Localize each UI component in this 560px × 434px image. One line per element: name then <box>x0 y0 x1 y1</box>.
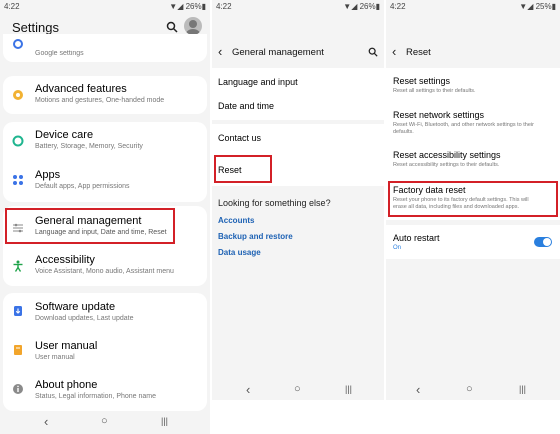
status-bar: 4:22 ▼◢ 25%▮ <box>386 0 560 12</box>
status-battery: ▼◢ 26%▮ <box>343 2 380 11</box>
advanced-features-card[interactable]: Advanced features Motions and gestures, … <box>3 76 207 114</box>
user-manual-icon <box>12 344 24 356</box>
auto-restart-status: On <box>393 245 402 251</box>
factory-data-reset-highlight <box>388 181 558 217</box>
advanced-features-icon <box>12 89 24 101</box>
navigation-bar: ‹ ○ ||| <box>386 382 560 400</box>
about-phone-label[interactable]: About phone <box>35 379 97 391</box>
nav-home-button[interactable]: ○ <box>466 383 473 395</box>
status-battery: ▼◢ 26%▮ <box>169 2 206 11</box>
status-time: 4:22 <box>216 2 232 11</box>
accessibility-icon <box>12 260 24 272</box>
google-icon <box>12 38 24 50</box>
settings-screen: 4:22 ▼◢ 26%▮ Settings Google settings Ad… <box>0 0 210 434</box>
status-battery: ▼◢ 25%▮ <box>519 2 556 11</box>
device-care-icon <box>12 135 24 147</box>
software-update-sub: Download updates, Last update <box>35 315 134 322</box>
nav-home-button[interactable]: ○ <box>294 383 301 395</box>
accessibility-label[interactable]: Accessibility <box>35 254 95 266</box>
back-arrow-icon[interactable]: ‹ <box>392 44 396 59</box>
accounts-link[interactable]: Accounts <box>218 216 254 225</box>
status-time: 4:22 <box>390 2 406 11</box>
auto-restart-card[interactable]: Auto restart On <box>386 225 560 259</box>
nav-recents-button[interactable]: ||| <box>161 416 168 426</box>
nav-home-button[interactable]: ○ <box>101 415 108 427</box>
status-time: 4:22 <box>4 2 20 11</box>
reset-settings-label[interactable]: Reset settings <box>393 76 450 86</box>
suggestions-card: Looking for something else? Accounts Bac… <box>212 190 384 262</box>
advanced-features-sub: Motions and gestures, One-handed mode <box>35 97 165 104</box>
general-management-highlight <box>5 208 175 244</box>
system-card: Software update Download updates, Last u… <box>3 293 207 411</box>
looking-for-heading: Looking for something else? <box>218 198 331 208</box>
google-settings-card[interactable]: Google settings <box>3 34 207 62</box>
reset-accessibility-sub: Reset accessibility settings to their de… <box>393 162 500 168</box>
nav-recents-button[interactable]: ||| <box>519 384 526 394</box>
about-phone-sub: Status, Legal information, Phone name <box>35 393 157 400</box>
reset-network-sub: Reset Wi-Fi, Bluetooth, and other networ… <box>393 122 534 128</box>
status-bar: 4:22 ▼◢ 26%▮ <box>0 0 210 12</box>
reset-screen: 4:22 ▼◢ 25%▮ ‹ Reset Reset settings Rese… <box>386 0 560 400</box>
nav-recents-button[interactable]: ||| <box>345 384 352 394</box>
user-manual-label[interactable]: User manual <box>35 340 97 352</box>
page-title: Settings <box>12 20 59 35</box>
nav-back-button[interactable]: ‹ <box>44 414 48 429</box>
user-manual-sub: User manual <box>35 354 75 361</box>
avatar[interactable] <box>184 17 202 35</box>
reset-highlight <box>214 155 272 183</box>
page-title: General management <box>232 47 324 58</box>
language-and-input-item[interactable]: Language and input <box>218 77 298 87</box>
general-management-screen: 4:22 ▼◢ 26%▮ ‹ General management Langua… <box>212 0 384 400</box>
settings-list-card: Language and input Date and time <box>212 68 384 120</box>
data-usage-link[interactable]: Data usage <box>218 248 261 257</box>
date-and-time-item[interactable]: Date and time <box>218 101 274 111</box>
search-icon[interactable] <box>166 21 178 33</box>
device-apps-card: Device care Battery, Storage, Memory, Se… <box>3 122 207 202</box>
reset-accessibility-label[interactable]: Reset accessibility settings <box>393 150 501 160</box>
contact-us-item[interactable]: Contact us <box>218 133 261 143</box>
software-update-label[interactable]: Software update <box>35 301 115 313</box>
about-phone-icon <box>12 383 24 395</box>
navigation-bar: ‹ ○ ||| <box>0 414 210 434</box>
auto-restart-label: Auto restart <box>393 233 440 243</box>
nav-back-button[interactable]: ‹ <box>246 382 250 397</box>
reset-settings-sub: Reset all settings to their defaults. <box>393 88 476 94</box>
apps-sub: Default apps, App permissions <box>35 183 130 190</box>
navigation-bar: ‹ ○ ||| <box>212 382 384 400</box>
google-settings-sub: Google settings <box>35 50 84 57</box>
advanced-features-label: Advanced features <box>35 83 127 95</box>
backup-and-restore-link[interactable]: Backup and restore <box>218 232 293 241</box>
search-icon[interactable] <box>368 47 378 57</box>
back-arrow-icon[interactable]: ‹ <box>218 44 222 59</box>
software-update-icon <box>12 305 24 317</box>
auto-restart-toggle[interactable] <box>534 237 552 247</box>
status-bar: 4:22 ▼◢ 26%▮ <box>212 0 384 12</box>
accessibility-sub: Voice Assistant, Mono audio, Assistant m… <box>35 268 174 275</box>
nav-back-button[interactable]: ‹ <box>416 382 420 397</box>
apps-label[interactable]: Apps <box>35 169 60 181</box>
device-care-sub: Battery, Storage, Memory, Security <box>35 143 143 150</box>
apps-icon <box>12 174 24 186</box>
reset-network-label[interactable]: Reset network settings <box>393 110 484 120</box>
page-title: Reset <box>406 47 431 58</box>
device-care-label[interactable]: Device care <box>35 129 93 141</box>
reset-network-sub-2: defaults. <box>393 129 414 135</box>
